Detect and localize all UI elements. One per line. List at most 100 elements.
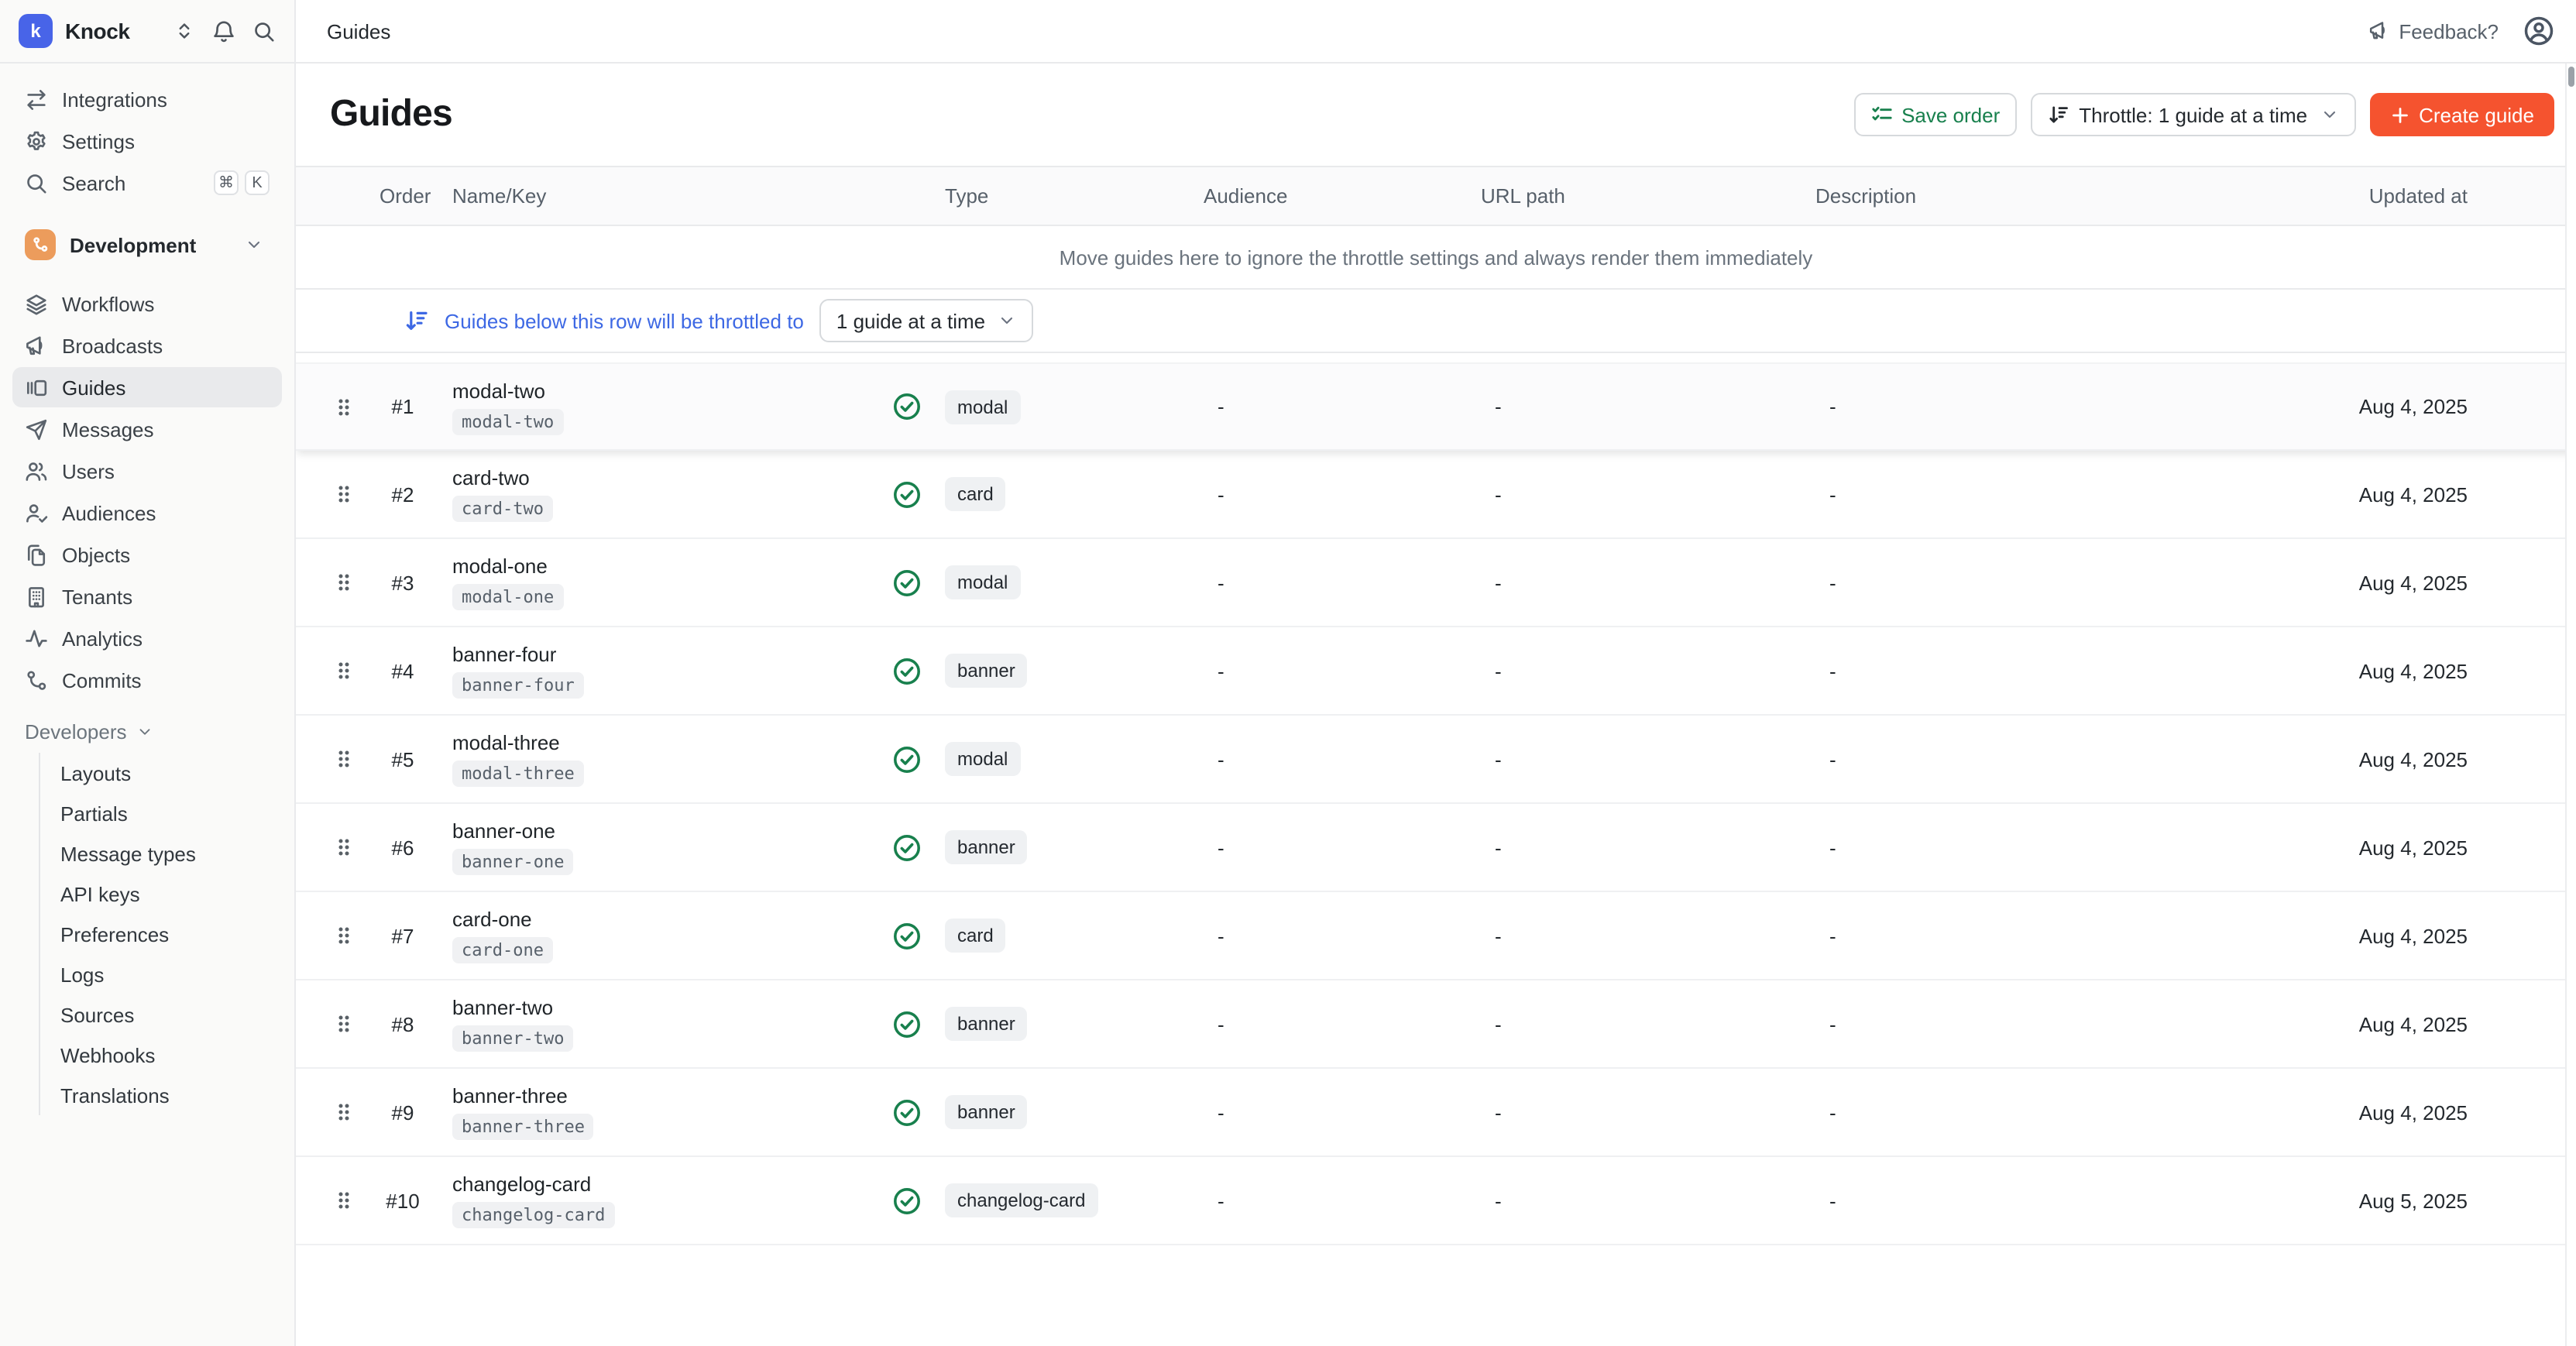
drag-handle-icon <box>335 570 353 595</box>
status-check-circle-icon <box>892 921 922 950</box>
feedback-button[interactable]: Feedback? <box>2368 19 2499 43</box>
drag-handle[interactable] <box>321 482 367 506</box>
sidebar-item-label: Messages <box>62 417 154 441</box>
guide-row[interactable]: #8 banner-two banner-two banner - - - Au… <box>296 980 2576 1069</box>
sidebar-item-logs[interactable]: Logs <box>40 954 282 994</box>
workspace-switcher-icon[interactable] <box>173 20 195 42</box>
throttle-divider-link[interactable]: Guides below this row will be throttled … <box>404 308 804 333</box>
column-header-name-key: Name/Key <box>438 184 892 208</box>
save-order-button[interactable]: Save order <box>1853 93 2017 136</box>
guide-name[interactable]: banner-four <box>452 643 892 666</box>
sidebar-item-commits[interactable]: Commits <box>12 660 282 700</box>
drag-handle[interactable] <box>321 1100 367 1125</box>
guide-name-cell: banner-three banner-three <box>438 1084 892 1140</box>
sidebar-item-sources[interactable]: Sources <box>40 994 282 1035</box>
guide-row[interactable]: #3 modal-one modal-one modal - - - Aug 4… <box>296 539 2576 627</box>
sidebar-item-settings[interactable]: Settings <box>12 121 282 161</box>
sidebar-item-translations[interactable]: Translations <box>40 1075 282 1115</box>
guide-row[interactable]: #10 changelog-card changelog-card change… <box>296 1157 2576 1245</box>
drag-handle-icon <box>335 394 353 419</box>
feedback-megaphone-icon <box>2368 20 2389 42</box>
guide-audience: - <box>1204 571 1481 594</box>
drag-handle[interactable] <box>321 394 367 419</box>
drag-handle-icon <box>335 747 353 771</box>
broadcasts-megaphone-icon <box>25 334 48 357</box>
guide-status-cell <box>892 744 945 774</box>
developers-section-toggle[interactable]: Developers <box>12 712 282 750</box>
guide-status-cell <box>892 833 945 862</box>
sidebar-item-audiences[interactable]: Audiences <box>12 493 282 533</box>
drag-handle[interactable] <box>321 923 367 948</box>
sidebar-item-search[interactable]: Search ⌘ K <box>12 163 282 203</box>
guide-name[interactable]: changelog-card <box>452 1173 892 1196</box>
sidebar-item-integrations[interactable]: Integrations <box>12 79 282 119</box>
throttle-amount-select[interactable]: 1 guide at a time <box>819 299 1033 342</box>
guide-key: banner-four <box>452 672 584 699</box>
guide-name[interactable]: modal-three <box>452 731 892 754</box>
sidebar-item-analytics[interactable]: Analytics <box>12 618 282 658</box>
guide-key: modal-two <box>452 408 563 434</box>
guide-row[interactable]: #9 banner-three banner-three banner - - … <box>296 1069 2576 1157</box>
sidebar-nav: Integrations Settings Search ⌘ K Develop… <box>0 64 294 1128</box>
guide-name[interactable]: banner-one <box>452 819 892 843</box>
sidebar-item-tenants[interactable]: Tenants <box>12 576 282 616</box>
sidebar-item-workflows[interactable]: Workflows <box>12 283 282 324</box>
column-header-url-path: URL path <box>1481 184 1815 208</box>
guide-name[interactable]: banner-two <box>452 996 892 1019</box>
guide-description: - <box>1815 836 2217 859</box>
drag-handle[interactable] <box>321 835 367 860</box>
guide-description: - <box>1815 747 2217 771</box>
guide-url-path: - <box>1481 1189 1815 1212</box>
throttle-setting-button[interactable]: Throttle: 1 guide at a time <box>2031 93 2355 136</box>
guide-row[interactable]: #5 modal-three modal-three modal - - - A… <box>296 716 2576 804</box>
scrollbar-thumb[interactable] <box>2568 67 2574 87</box>
guide-name[interactable]: banner-three <box>452 1084 892 1107</box>
drag-handle[interactable] <box>321 1011 367 1036</box>
scrollbar-track[interactable] <box>2565 64 2576 1346</box>
guide-row[interactable]: #2 card-two card-two card - - - Aug 4, 2… <box>296 451 2576 539</box>
guide-updated-at: Aug 4, 2025 <box>2217 571 2576 594</box>
guide-name-cell: modal-one modal-one <box>438 555 892 610</box>
guide-url-path: - <box>1481 659 1815 682</box>
guide-row[interactable]: #6 banner-one banner-one banner - - - Au… <box>296 804 2576 892</box>
sidebar-item-messages[interactable]: Messages <box>12 409 282 449</box>
no-throttle-dropzone[interactable]: Move guides here to ignore the throttle … <box>296 226 2576 290</box>
sidebar-item-message-types[interactable]: Message types <box>40 833 282 874</box>
guide-name-cell: card-two card-two <box>438 466 892 522</box>
guide-name[interactable]: card-one <box>452 908 892 931</box>
sidebar-item-label: Layouts <box>60 761 131 785</box>
sidebar-item-broadcasts[interactable]: Broadcasts <box>12 325 282 366</box>
guide-order: #7 <box>367 924 438 947</box>
guide-row[interactable]: #4 banner-four banner-four banner - - - … <box>296 627 2576 716</box>
guide-row[interactable]: #7 card-one card-one card - - - Aug 4, 2… <box>296 892 2576 980</box>
guide-row[interactable]: #1 modal-two modal-two modal - - - Aug 4… <box>296 362 2576 451</box>
search-icon[interactable] <box>252 19 276 43</box>
guide-order: #10 <box>367 1189 438 1212</box>
sidebar-item-api-keys[interactable]: API keys <box>40 874 282 914</box>
guide-audience: - <box>1204 482 1481 506</box>
drag-handle[interactable] <box>321 658 367 683</box>
environment-switcher[interactable]: Development <box>12 223 282 266</box>
create-guide-button[interactable]: Create guide <box>2369 93 2554 136</box>
guide-type-badge: modal <box>945 390 1020 424</box>
guide-name[interactable]: modal-one <box>452 555 892 578</box>
account-menu-button[interactable] <box>2523 15 2554 46</box>
developers-section-label: Developers <box>25 719 127 743</box>
sidebar-item-preferences[interactable]: Preferences <box>40 914 282 954</box>
guide-status-cell <box>892 479 945 509</box>
notifications-bell-icon[interactable] <box>212 19 235 43</box>
sidebar-item-users[interactable]: Users <box>12 451 282 491</box>
sidebar-item-partials[interactable]: Partials <box>40 793 282 833</box>
guide-name[interactable]: modal-two <box>452 379 892 402</box>
guide-type-cell: modal <box>945 390 1204 424</box>
sidebar-item-objects[interactable]: Objects <box>12 534 282 575</box>
sidebar-item-webhooks[interactable]: Webhooks <box>40 1035 282 1075</box>
drag-handle[interactable] <box>321 747 367 771</box>
guide-name[interactable]: card-two <box>452 466 892 489</box>
viewport: k Knock Integrations Settings Search <box>0 0 2576 1346</box>
drag-handle[interactable] <box>321 1188 367 1213</box>
sidebar-item-guides[interactable]: Guides <box>12 367 282 407</box>
drag-handle[interactable] <box>321 570 367 595</box>
sidebar-item-layouts[interactable]: Layouts <box>40 753 282 793</box>
guide-description: - <box>1815 1100 2217 1124</box>
